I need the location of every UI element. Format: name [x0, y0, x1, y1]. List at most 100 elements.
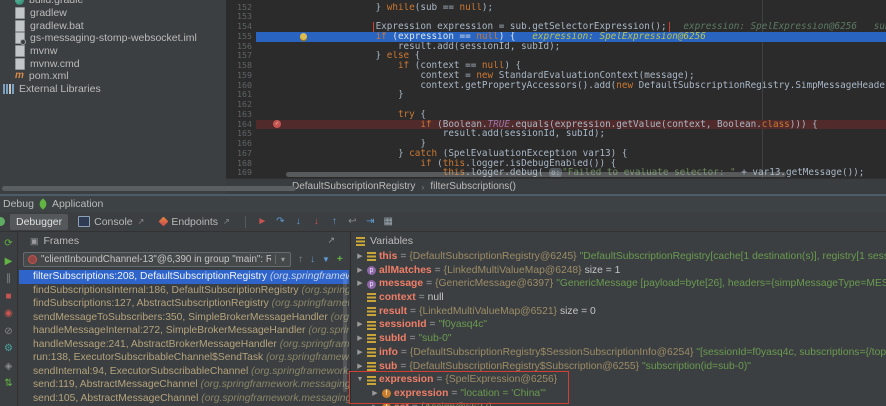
thread-selector[interactable]: "clientInboundChannel-13"@6,390 in group… [23, 252, 291, 267]
value-icon [367, 376, 376, 385]
add-to-watches-icon[interactable]: + [337, 254, 343, 265]
evaluate-expression-icon[interactable]: ▦ [381, 216, 396, 227]
variable-row-ast[interactable]: ▶fast={Assign@6627} [351, 401, 886, 406]
variable-row-expression[interactable]: ▼expression={SpelExpression@6256} [351, 373, 886, 387]
tree-item-gradlew-bat[interactable]: gradlew.bat [0, 19, 226, 32]
variable-row-sessionId[interactable]: ▶sessionId="f0yasq4c" [351, 318, 886, 332]
tab-debugger[interactable]: Debugger [10, 214, 68, 230]
tab-endpoints[interactable]: Endpoints↗ [154, 214, 235, 230]
tree-item-mvnw-cmd[interactable]: mvnw.cmd [0, 57, 226, 70]
tree-item-mvnw[interactable]: mvnw [0, 45, 226, 58]
breadcrumb-class[interactable]: DefaultSubscriptionRegistry [292, 181, 415, 192]
frames-scrollbar[interactable] [343, 272, 347, 392]
thread-view-icon[interactable]: ⇅ [4, 378, 12, 389]
editor-line-165[interactable]: 165 result.add(sessionId, subId); [226, 129, 886, 139]
frame-row[interactable]: send:105, AbstractMessageChannel (org.sp… [19, 392, 349, 406]
chevron-collapsed-icon[interactable]: ▶ [356, 318, 364, 332]
breakpoint-icon[interactable]: ✓ [273, 120, 281, 128]
frame-row[interactable]: filterSubscriptions:208, DefaultSubscrip… [19, 270, 349, 284]
chevron-collapsed-icon[interactable]: ▶ [371, 401, 379, 406]
editor-line-154[interactable]: 154 Expression expression = sub.getSelec… [226, 22, 886, 32]
chevron-collapsed-icon[interactable]: ▶ [356, 277, 364, 291]
pin-icon[interactable]: ◈ [5, 361, 13, 372]
tree-item-build-gradle[interactable]: build.gradle [0, 0, 226, 7]
frame-row[interactable]: findSubscriptionsInternal:186, DefaultSu… [19, 284, 349, 298]
open-in-new-window-icon[interactable]: ↗ [327, 235, 335, 246]
editor-line-161[interactable]: 161 } [226, 90, 886, 100]
editor-line-155[interactable]: 155 if (expression == null) { expression… [226, 32, 886, 42]
editor-horizontal-scrollbar[interactable] [286, 172, 786, 177]
variable-row-allMatches[interactable]: ▶pallMatches={LinkedMultiValueMap@6248}s… [351, 264, 886, 278]
tab-console[interactable]: Console↗ [72, 214, 150, 230]
chevron-collapsed-icon[interactable]: ▶ [356, 332, 364, 346]
chevron-collapsed-icon[interactable]: ▶ [356, 264, 364, 278]
view-breakpoints-icon[interactable]: ◉ [4, 308, 13, 319]
tree-item-label: mvnw.cmd [30, 58, 80, 70]
frame-package: (org.springframework.messaging.simp.brok… [272, 298, 349, 309]
tree-item-label: gs-messaging-stomp-websocket.iml [30, 32, 197, 44]
stop-icon[interactable]: ■ [5, 291, 11, 302]
breadcrumb-method[interactable]: filterSubscriptions() [430, 181, 516, 192]
console-icon [78, 216, 90, 227]
editor-line-166[interactable]: 166 } [226, 139, 886, 149]
previous-frame-icon[interactable]: ↑ [298, 254, 303, 265]
pause-icon[interactable]: ∥ [6, 273, 11, 284]
variable-row-expression[interactable]: ▶fexpression="location = 'China'" [351, 387, 886, 401]
drop-frame-icon[interactable]: ↩ [345, 216, 360, 227]
editor-line-163[interactable]: 163 try { [226, 110, 886, 120]
editor-line-164[interactable]: 164✓ if (Boolean.TRUE.equals(expression.… [226, 120, 886, 130]
debug-window-header: Debug Application [0, 196, 886, 212]
chevron-collapsed-icon[interactable]: ▶ [356, 346, 364, 360]
editor-line-162[interactable]: 162 [226, 100, 886, 110]
force-step-into-icon[interactable]: ↓ [309, 216, 324, 227]
project-horizontal-scrollbar[interactable] [2, 186, 296, 191]
variable-val: "DefaultSubscriptionRegistry[cache[1 des… [580, 250, 886, 264]
show-execution-point-icon[interactable]: ► [255, 216, 270, 227]
chevron-expanded-icon[interactable]: ▼ [356, 373, 364, 387]
intention-bulb-icon[interactable] [300, 33, 307, 40]
variable-row-context[interactable]: context=null [351, 291, 886, 305]
variable-row-message[interactable]: ▶pmessage={GenericMessage@6397}"GenericM… [351, 277, 886, 291]
tree-item-pom-xml[interactable]: mpom.xml [0, 70, 226, 83]
variable-row-this[interactable]: ▶this={DefaultSubscriptionRegistry@6245}… [351, 250, 886, 264]
editor-line-153[interactable]: 153 [226, 12, 886, 22]
variable-row-info[interactable]: ▶info={DefaultSubscriptionRegistry$Sessi… [351, 346, 886, 360]
editor-line-156[interactable]: 156 result.add(sessionId, subId); [226, 42, 886, 52]
variable-row-subId[interactable]: ▶subId="sub-0" [351, 332, 886, 346]
tree-item-gs-messaging-stomp-websocket-iml[interactable]: gs-messaging-stomp-websocket.iml [0, 32, 226, 45]
chevron-collapsed-icon[interactable]: ▶ [371, 387, 379, 401]
frame-row[interactable]: handleMessageInternal:272, SimpleBrokerM… [19, 324, 349, 338]
editor-line-159[interactable]: 159 context = new StandardEvaluationCont… [226, 71, 886, 81]
run-config-name[interactable]: Application [52, 198, 103, 210]
step-into-icon[interactable]: ↓ [291, 216, 306, 227]
next-frame-icon[interactable]: ↓ [310, 254, 315, 265]
hide-library-frames-icon[interactable]: ▼ [322, 255, 330, 264]
editor-line-158[interactable]: 158 if (context == null) { [226, 61, 886, 71]
frame-row[interactable]: sendInternal:94, ExecutorSubscribableCha… [19, 365, 349, 379]
rerun-icon[interactable]: ⟳ [4, 238, 12, 249]
tree-item-external-libraries[interactable]: External Libraries [0, 83, 226, 96]
frame-row[interactable]: run:138, ExecutorSubscribableChannel$Sen… [19, 351, 349, 365]
settings-icon[interactable]: ⚙ [4, 343, 13, 354]
resume-icon[interactable]: ▶ [5, 256, 13, 267]
frame-row[interactable]: findSubscriptions:127, AbstractSubscript… [19, 297, 349, 311]
run-to-cursor-icon[interactable]: ⇥ [363, 216, 378, 227]
editor-line-168[interactable]: 168 if (this.logger.isDebugEnabled()) { [226, 159, 886, 169]
code-editor[interactable]: 152 } while(sub == null);153154 Expressi… [226, 0, 886, 194]
editor-line-167[interactable]: 167 } catch (SpelEvaluationException var… [226, 149, 886, 159]
tree-item-gradlew[interactable]: gradlew [0, 7, 226, 20]
editor-line-160[interactable]: 160 context.getPropertyAccessors().add(n… [226, 81, 886, 91]
frame-row[interactable]: handleMessage:241, AbstractBrokerMessage… [19, 338, 349, 352]
chevron-collapsed-icon[interactable]: ▶ [356, 250, 364, 264]
frame-row[interactable]: sendMessageToSubscribers:350, SimpleBrok… [19, 311, 349, 325]
chevron-collapsed-icon[interactable]: ▶ [356, 360, 364, 374]
step-over-icon[interactable]: ↷ [273, 216, 288, 227]
editor-line-152[interactable]: 152 } while(sub == null); [226, 3, 886, 13]
editor-line-157[interactable]: 157 } else { [226, 51, 886, 61]
mute-breakpoints-icon[interactable]: ⊘ [4, 326, 12, 337]
thread-dropdown-arrow-icon[interactable]: ▾ [275, 255, 290, 264]
variable-row-sub[interactable]: ▶sub={DefaultSubscriptionRegistry$Subscr… [351, 360, 886, 374]
step-out-icon[interactable]: ↑ [327, 216, 342, 227]
variable-row-result[interactable]: result={LinkedMultiValueMap@6521}size = … [351, 305, 886, 319]
frame-row[interactable]: send:119, AbstractMessageChannel (org.sp… [19, 378, 349, 392]
